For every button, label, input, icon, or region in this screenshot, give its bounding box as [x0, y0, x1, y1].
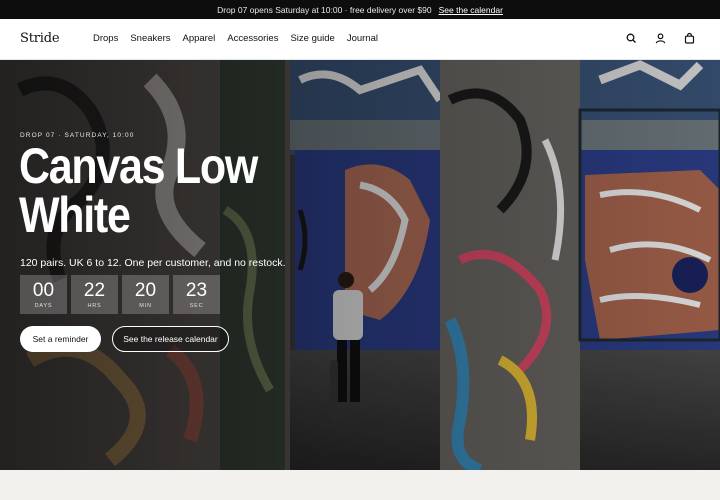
- countdown: 00 DAYS 22 HRS 20 MIN 23 SEC: [20, 275, 220, 314]
- release-calendar-button[interactable]: See the release calendar: [112, 326, 229, 352]
- search-icon[interactable]: [625, 32, 638, 45]
- countdown-label: MIN: [139, 302, 152, 309]
- countdown-label: DAYS: [34, 302, 53, 309]
- main-nav: Drops Sneakers Apparel Accessories Size …: [93, 33, 378, 44]
- countdown-minutes: 20 MIN: [122, 275, 169, 314]
- header-icons: [625, 32, 696, 45]
- site-header: Stride Drops Sneakers Apparel Accessorie…: [0, 19, 720, 60]
- nav-item-drops[interactable]: Drops: [93, 33, 118, 44]
- hero-title: Canvas Low White: [19, 138, 260, 243]
- account-icon[interactable]: [654, 32, 667, 45]
- countdown-label: SEC: [189, 302, 204, 309]
- countdown-value: 20: [134, 279, 157, 301]
- countdown-value: 22: [83, 279, 106, 301]
- set-reminder-button[interactable]: Set a reminder: [20, 326, 101, 352]
- countdown-value: 00: [32, 279, 55, 301]
- logo[interactable]: Stride: [20, 31, 60, 46]
- nav-item-accessories[interactable]: Accessories: [227, 33, 278, 44]
- see-calendar-link[interactable]: See the calendar: [439, 5, 503, 15]
- countdown-days: 00 DAYS: [20, 275, 67, 314]
- bag-icon[interactable]: [683, 32, 696, 45]
- nav-item-sneakers[interactable]: Sneakers: [130, 33, 170, 44]
- announcement-bar: Drop 07 opens Saturday at 10:00 · free d…: [0, 0, 720, 19]
- countdown-label: HRS: [87, 302, 102, 309]
- hero-title-line-2: White: [19, 187, 131, 243]
- page-bottom-strip: [0, 470, 720, 500]
- nav-item-size-guide[interactable]: Size guide: [290, 33, 334, 44]
- hero-title-line-1: Canvas Low: [19, 138, 258, 194]
- nav-item-journal[interactable]: Journal: [347, 33, 378, 44]
- hero-subtitle: 120 pairs. UK 6 to 12. One per customer,…: [20, 257, 286, 269]
- nav-item-apparel[interactable]: Apparel: [182, 33, 215, 44]
- countdown-seconds: 23 SEC: [173, 275, 220, 314]
- countdown-hours: 22 HRS: [71, 275, 118, 314]
- announcement-text: Drop 07 opens Saturday at 10:00 · free d…: [217, 4, 432, 15]
- countdown-value: 23: [185, 279, 208, 301]
